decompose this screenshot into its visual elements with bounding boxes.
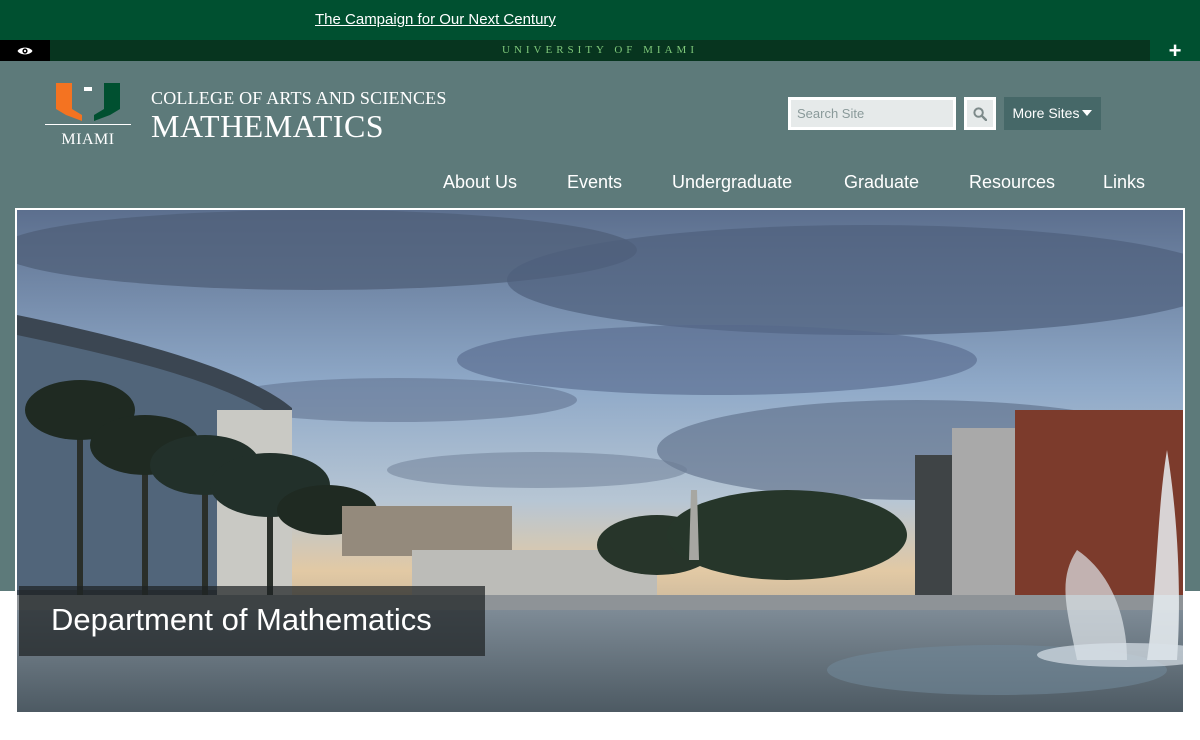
campaign-bar: The Campaign for Our Next Century <box>0 0 1200 40</box>
campaign-link[interactable]: The Campaign for Our Next Century <box>315 11 556 28</box>
nav-graduate[interactable]: Graduate <box>844 172 919 193</box>
university-bar: UNIVERSITY OF MIAMI + <box>0 38 1200 63</box>
logo-rule <box>45 124 131 125</box>
hero-caption-text: Department of Mathematics <box>51 602 432 637</box>
logo-wordmark: MIAMI <box>61 131 115 148</box>
nav-about-us[interactable]: About Us <box>443 172 517 193</box>
nav-events[interactable]: Events <box>567 172 622 193</box>
u-logo-mark <box>56 83 120 121</box>
nav-links[interactable]: Links <box>1103 172 1145 193</box>
caret-down-icon <box>1082 110 1093 117</box>
college-name[interactable]: COLLEGE OF ARTS AND SCIENCES <box>151 88 447 109</box>
department-name[interactable]: MATHEMATICS <box>151 108 384 145</box>
hero-caption: Department of Mathematics <box>19 586 485 656</box>
nav-resources[interactable]: Resources <box>969 172 1055 193</box>
expand-button[interactable]: + <box>1150 38 1200 63</box>
u-logo[interactable]: MIAMI <box>44 79 132 149</box>
eye-icon <box>17 47 33 54</box>
university-name: UNIVERSITY OF MIAMI <box>502 44 698 56</box>
hero-banner: Department of Mathematics <box>15 208 1185 714</box>
nav-undergraduate[interactable]: Undergraduate <box>672 172 792 193</box>
more-sites-label: More Sites <box>1012 105 1080 121</box>
more-sites-button[interactable]: More Sites <box>1004 97 1101 130</box>
search-button[interactable] <box>964 97 996 130</box>
accessibility-toggle[interactable] <box>0 40 50 61</box>
plus-icon: + <box>1168 38 1182 63</box>
search-icon <box>973 106 987 121</box>
search-input[interactable] <box>788 97 956 130</box>
